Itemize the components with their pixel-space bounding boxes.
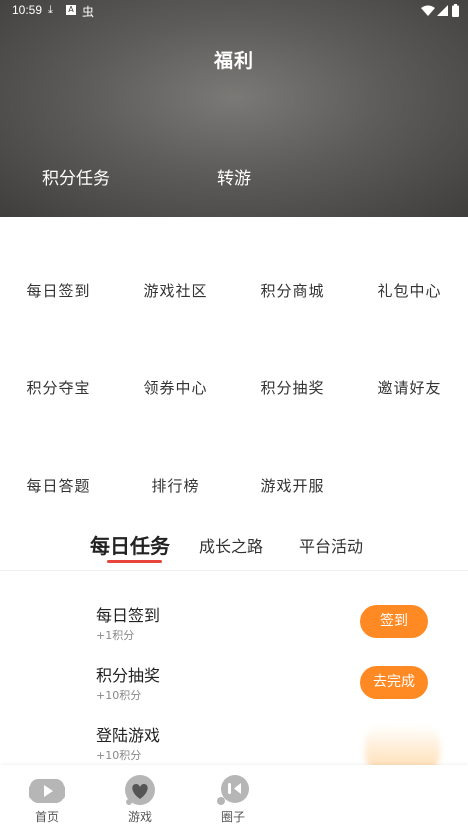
a-icon: A [66, 5, 76, 15]
nav-item-home[interactable]: 首页 [2, 765, 92, 831]
grid-item-gift-center[interactable]: 礼包中心 [351, 280, 468, 301]
tab-platform-events[interactable]: 平台活动 [299, 533, 363, 557]
tab-points-tasks[interactable]: 积分任务 [42, 164, 110, 189]
grid-item-invite-friends[interactable]: 邀请好友 [351, 377, 468, 398]
tab-daily-tasks[interactable]: 每日任务 [90, 530, 170, 559]
bug-icon: 虫 [82, 5, 95, 19]
tab-growth-path[interactable]: 成长之路 [199, 533, 263, 557]
tab-transfer-game[interactable]: 转游 [217, 164, 251, 189]
grid-item-points-lottery[interactable]: 积分抽奖 [234, 377, 351, 398]
nav-label-home: 首页 [34, 810, 59, 824]
status-time: 10:59 [12, 3, 43, 17]
checkin-button[interactable]: 签到 [360, 605, 428, 638]
heart-game-icon [125, 775, 155, 805]
header-banner: 10:59 ⤓ A 虫 福利 积分任务 转游 [0, 0, 468, 217]
nav-label-circle: 圈子 [220, 810, 245, 824]
task-title-daily-checkin: 每日签到 [96, 606, 161, 625]
grid-item-points-mall[interactable]: 积分商城 [234, 280, 351, 301]
download-icon: ⤓ [48, 3, 53, 16]
signal-icon [437, 5, 448, 16]
active-tab-indicator [107, 560, 162, 563]
nav-label-games: 游戏 [127, 810, 152, 824]
home-game-icon [29, 779, 65, 803]
grid-item-coupon-center[interactable]: 领券中心 [117, 377, 234, 398]
task-title-points-lottery: 积分抽奖 [96, 666, 161, 685]
bottom-nav: 首页 游戏 圈子 [0, 765, 468, 831]
task-points-login-game: +10积分 [96, 749, 142, 762]
task-points-points-lottery: +10积分 [96, 689, 142, 702]
grid-item-server-openings[interactable]: 游戏开服 [234, 475, 351, 496]
nav-item-circle[interactable]: 圈子 [188, 765, 278, 831]
go-complete-button[interactable]: 去完成 [360, 666, 428, 699]
wifi-icon [421, 5, 435, 16]
nav-item-games[interactable]: 游戏 [95, 765, 185, 831]
status-bar: 10:59 ⤓ A 虫 [0, 0, 468, 22]
grid-item-daily-quiz[interactable]: 每日答题 [0, 475, 117, 496]
task-title-login-game: 登陆游戏 [96, 726, 161, 745]
grid-item-points-treasure[interactable]: 积分夺宝 [0, 377, 117, 398]
grid-item-daily-checkin[interactable]: 每日签到 [0, 280, 117, 301]
section-divider [0, 570, 468, 571]
grid-item-game-community[interactable]: 游戏社区 [117, 280, 234, 301]
circle-chat-icon [217, 775, 249, 805]
task-points-daily-checkin: +1积分 [96, 629, 135, 642]
page-title: 福利 [213, 50, 254, 72]
battery-icon [452, 4, 459, 17]
grid-item-leaderboard[interactable]: 排行榜 [117, 475, 234, 496]
